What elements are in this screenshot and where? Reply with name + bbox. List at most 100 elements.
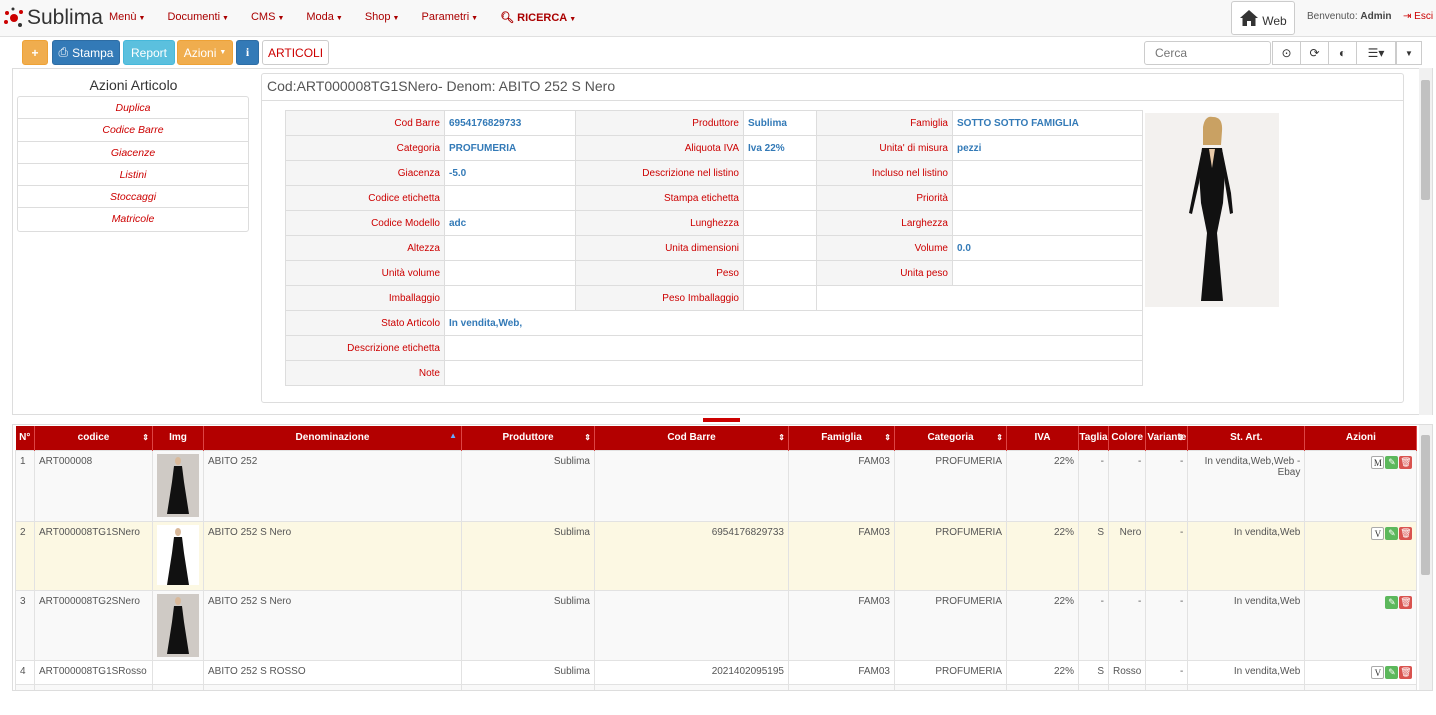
dress-thumb — [167, 527, 189, 585]
field-value — [444, 360, 1143, 386]
delete-icon[interactable]: 🗑︎ — [1399, 689, 1413, 690]
panel-splitter[interactable] — [703, 418, 740, 422]
field-value — [444, 260, 576, 286]
web-button[interactable]: Web — [1231, 1, 1295, 35]
column-label: codice — [77, 432, 110, 444]
variant-badge[interactable]: M — [1371, 455, 1385, 469]
column-header[interactable]: Produttore ⇕ — [461, 426, 595, 450]
cell-den: ABITO 252 — [203, 449, 462, 522]
field-value: 6954176829733 — [444, 110, 576, 136]
column-header[interactable]: Taglia — [1078, 426, 1109, 450]
column-header[interactable]: Denominazione ▲ — [203, 426, 462, 450]
add-button[interactable]: + — [22, 40, 48, 65]
action-codice-barre[interactable]: Codice Barre — [18, 119, 248, 142]
cell-codice: ART000008 — [34, 449, 153, 522]
menu-item-menu[interactable]: Menù ▼ — [109, 11, 145, 24]
top-scrollbar[interactable] — [1419, 68, 1432, 415]
cell-codice: ART000008TG1SNero — [34, 520, 153, 591]
edit-icon[interactable]: ✎ — [1385, 595, 1399, 609]
edit-icon[interactable]: ✎ — [1385, 455, 1399, 469]
field-label: Incluso nel listino — [816, 160, 953, 186]
menu-item-cms[interactable]: CMS ▼ — [251, 11, 284, 24]
scroll-thumb[interactable] — [1421, 80, 1430, 200]
product-thumbnail[interactable] — [157, 524, 199, 585]
welcome-text: Benvenuto: Admin — [1307, 11, 1392, 22]
field-label: Categoria — [285, 135, 445, 161]
logout-icon: ⇥ — [1403, 11, 1412, 22]
menu-label: Shop — [364, 11, 391, 23]
column-header[interactable]: Colore — [1108, 426, 1147, 450]
edit-icon[interactable]: ✎ — [1385, 665, 1399, 679]
info-button[interactable]: i — [236, 40, 259, 65]
menu-item-parametri[interactable]: Parametri ▼ — [421, 11, 478, 24]
refresh-button[interactable]: ⟳ — [1300, 41, 1329, 65]
action-giacenze[interactable]: Giacenze — [18, 142, 248, 164]
cell-prod: Sublima — [461, 659, 595, 685]
column-header[interactable]: Azioni — [1304, 426, 1418, 450]
action-duplica[interactable]: Duplica — [18, 97, 248, 120]
field-value: SOTTO SOTTO FAMIGLIA — [952, 110, 1143, 136]
table-row[interactable]: 2 ART000008TG1SNero ABITO 252 S Nero Sublim… — [15, 520, 1418, 591]
cell-iva: 22% — [1006, 589, 1079, 661]
action-stoccaggi[interactable]: Stoccaggi — [18, 186, 248, 209]
column-header[interactable]: Variante ⇕ — [1145, 426, 1189, 450]
target-button[interactable]: ⊙ — [1272, 41, 1301, 65]
cell-stato: In vendita,Web — [1187, 589, 1306, 661]
column-label: Azioni — [1345, 432, 1376, 444]
more-dropdown[interactable]: ▼ — [1396, 41, 1422, 65]
table-row[interactable]: 5ART000008TG1SVerde ABITO 252 S VerdeSubl… — [15, 683, 1418, 690]
action-listini[interactable]: Listini — [18, 164, 248, 187]
variant-badge[interactable]: V — [1371, 689, 1385, 690]
print-button[interactable]: ⎙ Stampa — [52, 40, 120, 65]
search-input[interactable] — [1144, 41, 1271, 65]
field-label: Lunghezza — [575, 210, 744, 236]
menu-label: RICERCA — [517, 12, 568, 24]
detail-row-wide: Descrizione etichetta — [285, 335, 1143, 361]
toggle-icon: ◐ — [1338, 46, 1347, 60]
variant-badge[interactable]: V — [1371, 665, 1385, 679]
delete-icon[interactable]: 🗑︎ — [1399, 665, 1413, 679]
field-value — [952, 185, 1143, 211]
column-header[interactable]: codice ⇕ — [34, 426, 153, 450]
tab-articoli[interactable]: ARTICOLI — [262, 40, 329, 65]
column-header[interactable]: Categoria ⇕ — [894, 426, 1007, 450]
field-label: Unita peso — [816, 260, 953, 286]
grid-scrollbar[interactable] — [1419, 425, 1432, 690]
variant-badge[interactable]: V — [1371, 526, 1385, 540]
menu-item-moda[interactable]: Moda ▼ — [306, 11, 342, 24]
logo-icon — [4, 7, 23, 27]
toggle-button[interactable]: ◐ — [1328, 41, 1357, 65]
column-header[interactable]: St. Art. — [1187, 426, 1306, 450]
cell-azioni: V✎🗑︎ — [1304, 683, 1418, 690]
brand[interactable]: Sublima — [3, 4, 103, 32]
cell-variante: - — [1145, 683, 1189, 690]
logout-link[interactable]: ⇥ Esci — [1403, 11, 1433, 22]
menu-item-shop[interactable]: Shop ▼ — [365, 11, 400, 24]
column-header[interactable]: N° — [15, 426, 35, 450]
menu-item-documenti[interactable]: Documenti ▼ — [167, 11, 229, 24]
edit-icon[interactable]: ✎ — [1385, 689, 1399, 690]
column-header[interactable]: Cod Barre ⇕ — [594, 426, 789, 450]
table-row[interactable]: 4 ART000008TG1SRosso ABITO 252 S ROSSO Subl… — [15, 659, 1418, 685]
table-row[interactable]: 1 ART000008 ABITO 252 Sublima FAM03 PROFUMERI… — [15, 449, 1418, 522]
delete-icon[interactable]: 🗑︎ — [1399, 526, 1413, 540]
actions-dropdown[interactable]: Azioni ▼ — [177, 40, 233, 65]
column-label: Produttore — [502, 432, 554, 444]
column-header[interactable]: IVA — [1006, 426, 1079, 450]
scroll-thumb[interactable] — [1421, 435, 1430, 575]
menu-item-ricerca[interactable]: 🔍︎ RICERCA ▼ — [500, 11, 576, 24]
action-matricole[interactable]: Matricole — [18, 208, 248, 230]
report-label: Report — [130, 45, 168, 60]
product-thumbnail[interactable] — [157, 453, 199, 517]
column-header[interactable]: Famiglia ⇕ — [788, 426, 895, 450]
product-thumbnail[interactable] — [157, 593, 199, 657]
field-value — [743, 260, 817, 286]
articles-table: N° codice ⇕ Img Denominazione ▲ Produttore ⇕ Cod… — [15, 426, 1418, 690]
column-header[interactable]: Img — [152, 426, 204, 450]
columns-dropdown[interactable]: ☰▾ — [1356, 41, 1396, 65]
report-button[interactable]: Report — [123, 40, 175, 65]
table-row[interactable]: 3 ART000008TG2SNero ABITO 252 S Nero Sublim… — [15, 589, 1418, 661]
delete-icon[interactable]: 🗑︎ — [1399, 595, 1413, 609]
edit-icon[interactable]: ✎ — [1385, 526, 1399, 540]
delete-icon[interactable]: 🗑︎ — [1399, 455, 1413, 469]
